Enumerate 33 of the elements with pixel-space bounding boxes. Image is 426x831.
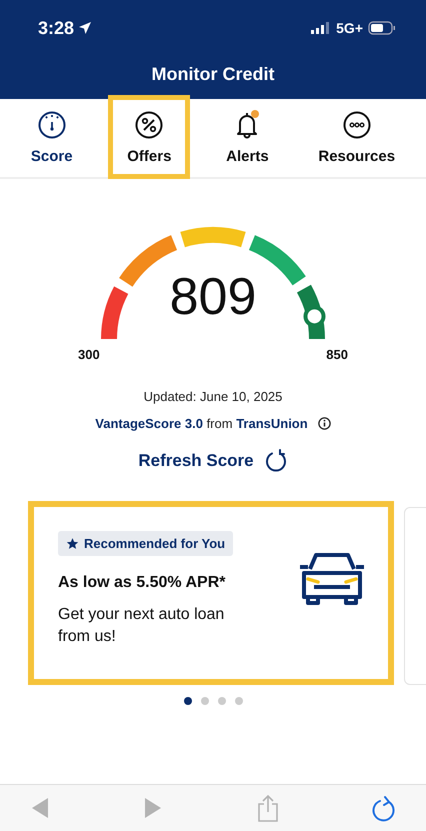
more-icon [342, 110, 372, 140]
location-icon [78, 21, 92, 35]
offer-description: Get your next auto loan from us! [58, 605, 226, 648]
status-time: 3:28 [38, 18, 74, 38]
gauge-segment [180, 227, 246, 248]
max-score-label: 850 [326, 347, 348, 362]
reload-icon[interactable] [372, 794, 396, 822]
score-source: VantageScore 3.0 from TransUnion [95, 416, 308, 431]
signal-icon [311, 22, 332, 34]
nav-tab[interactable]: Score [16, 95, 87, 179]
star-icon [66, 537, 79, 550]
refresh-icon [264, 449, 288, 473]
page-dot[interactable] [218, 697, 226, 705]
percent-icon [134, 110, 164, 140]
battery-icon [368, 21, 396, 35]
updated-date: Updated: June 10, 2025 [142, 389, 284, 404]
info-icon[interactable] [318, 417, 331, 430]
page-dot[interactable] [184, 697, 192, 705]
gauge-icon [36, 110, 67, 140]
min-score-label: 300 [78, 347, 100, 362]
nav-tab[interactable]: Resources [304, 95, 410, 179]
nav-tab[interactable]: Offers [108, 95, 190, 179]
offer-card[interactable]: Recommended for You As low as 5.50% APR* Get your next auto loan from us! [28, 501, 394, 685]
credit-score: 809 [170, 267, 256, 327]
gauge-marker [304, 305, 326, 328]
refresh-score-button[interactable]: Refresh Score [134, 445, 292, 477]
screen-title: Monitor Credit [150, 63, 276, 86]
recommended-tag: Recommended for You [58, 531, 234, 556]
page-dot[interactable] [234, 697, 242, 705]
nav-tab[interactable]: Alerts [212, 95, 283, 179]
page-dot[interactable] [200, 697, 208, 705]
network-label: 5G+ [336, 20, 363, 36]
offer-headline: As low as 5.50% APR* [58, 574, 226, 592]
